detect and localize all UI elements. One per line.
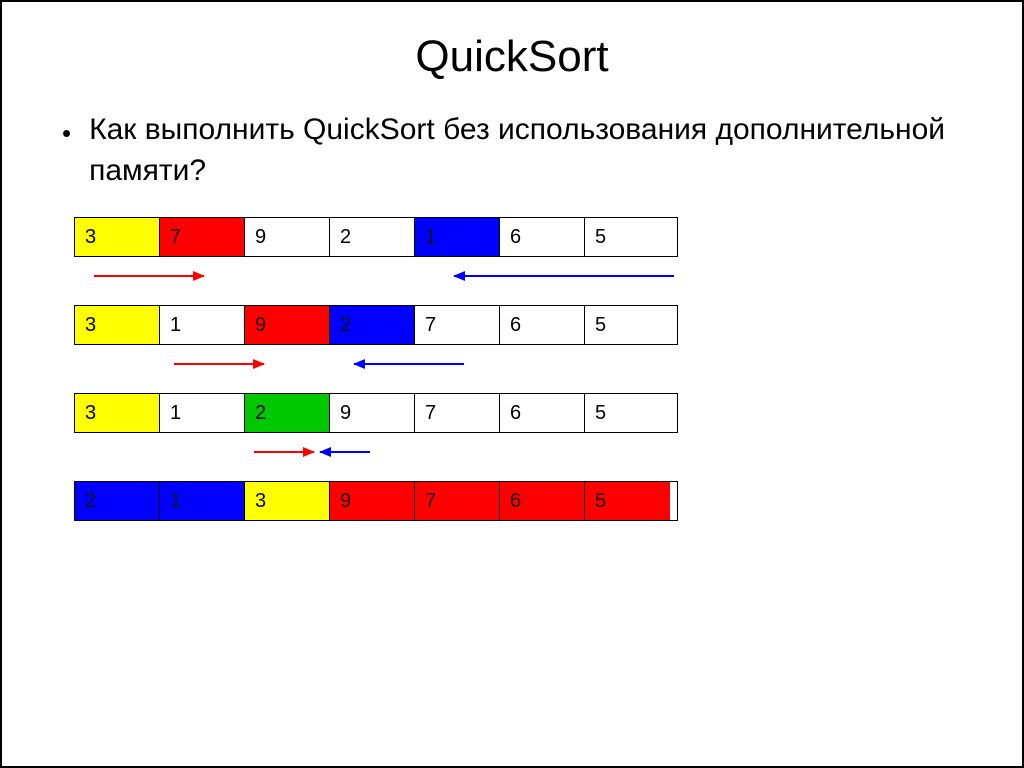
arrow-left-blue-icon <box>320 451 370 453</box>
arrow-row <box>74 261 676 295</box>
cell: 7 <box>415 306 500 344</box>
diagram-area: 3 7 9 2 1 6 5 3 1 9 2 7 6 5 3 <box>74 217 962 521</box>
cell: 3 <box>75 306 160 344</box>
array-row: 3 1 9 2 7 6 5 <box>74 305 678 345</box>
cell: 7 <box>415 394 500 432</box>
arrow-left-blue-icon <box>454 275 674 277</box>
cell: 1 <box>160 482 245 520</box>
cell: 9 <box>245 218 330 256</box>
cell: 5 <box>585 306 670 344</box>
array-row: 3 1 2 9 7 6 5 <box>74 393 678 433</box>
cell: 6 <box>500 482 585 520</box>
cell: 9 <box>245 306 330 344</box>
array-row: 2 1 3 9 7 6 5 <box>74 481 678 521</box>
arrow-right-red-icon <box>94 275 204 277</box>
cell: 6 <box>500 306 585 344</box>
arrow-right-red-icon <box>254 451 314 453</box>
arrow-right-red-icon <box>174 363 264 365</box>
cell: 3 <box>245 482 330 520</box>
cell: 6 <box>500 394 585 432</box>
cell: 2 <box>245 394 330 432</box>
cell: 2 <box>330 218 415 256</box>
cell: 1 <box>415 218 500 256</box>
bullet-item: • Как выполнить QuickSort без использова… <box>62 110 962 191</box>
cell: 6 <box>500 218 585 256</box>
arrow-row <box>74 349 676 383</box>
cell: 5 <box>585 482 670 520</box>
cell: 3 <box>75 218 160 256</box>
cell: 1 <box>160 394 245 432</box>
cell: 9 <box>330 482 415 520</box>
bullet-text: Как выполнить QuickSort без использовани… <box>89 110 962 191</box>
slide-frame: QuickSort • Как выполнить QuickSort без … <box>0 0 1024 768</box>
cell: 7 <box>415 482 500 520</box>
arrow-row <box>74 437 676 471</box>
arrow-left-blue-icon <box>354 363 464 365</box>
cell: 2 <box>330 306 415 344</box>
slide-title: QuickSort <box>62 32 962 82</box>
cell: 5 <box>585 218 670 256</box>
cell: 5 <box>585 394 670 432</box>
cell: 3 <box>75 394 160 432</box>
cell: 7 <box>160 218 245 256</box>
array-row: 3 7 9 2 1 6 5 <box>74 217 678 257</box>
cell: 1 <box>160 306 245 344</box>
cell: 9 <box>330 394 415 432</box>
bullet-dot: • <box>62 116 71 151</box>
cell: 2 <box>75 482 160 520</box>
